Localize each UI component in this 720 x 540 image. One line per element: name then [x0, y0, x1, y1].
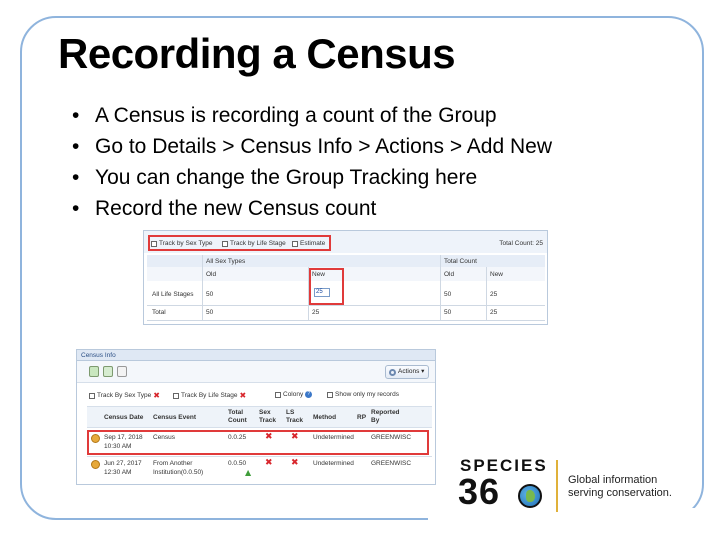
bullet-text: Record the new Census count — [95, 197, 377, 220]
col-census-event[interactable]: Census Event — [153, 414, 196, 422]
cell-count: 0.0.50 — [228, 460, 247, 467]
col-method[interactable]: Method — [313, 414, 336, 422]
grid-line — [440, 255, 441, 321]
track-sex-option[interactable]: Track by Sex Type — [151, 240, 212, 247]
col-rp[interactable]: RP — [357, 414, 366, 422]
bullet-text: Go to Details > Census Info > Actions > … — [95, 135, 553, 158]
bullet-item: • Record the new Census count — [72, 197, 377, 220]
bullet-item: • A Census is recording a count of the Gr… — [72, 104, 497, 127]
census-info-screenshot: Census Info Actions ▾ Track By Sex Type ✖… — [76, 349, 436, 485]
close-icon: ✖ — [153, 391, 160, 400]
cell-event-detail: Institution(0.0.50) — [153, 469, 204, 476]
colony-option[interactable]: Colony? — [275, 391, 313, 398]
grid-line — [147, 305, 545, 306]
panel-titlebar: Census Info — [77, 350, 435, 361]
new-count-highlight — [309, 268, 344, 305]
col-total-count[interactable]: Total Count — [228, 409, 248, 425]
cell-old: 50 — [206, 291, 214, 298]
col-census-date[interactable]: Census Date — [104, 414, 143, 422]
print-icon[interactable] — [117, 366, 127, 377]
bullet-text: You can change the Group Tracking here — [95, 166, 478, 189]
show-my-records-option[interactable]: Show only my records — [327, 391, 399, 398]
slide-title: Recording a Census — [58, 30, 456, 77]
gear-icon — [389, 369, 396, 376]
panel-title: Census Info — [81, 352, 116, 359]
header-all-sex-types: All Sex Types — [206, 258, 246, 265]
new-census-highlight — [87, 430, 429, 455]
cell-total-new: 25 — [490, 291, 498, 298]
transfer-icon: ▲ — [245, 468, 252, 477]
census-grid-screenshot: Track by Sex Type Track by Life Stage Es… — [143, 230, 548, 325]
cell-total-old: 50 — [444, 291, 452, 298]
cell-total-new: 25 — [490, 309, 498, 316]
row-separator — [87, 456, 432, 457]
add-icon[interactable] — [89, 366, 99, 377]
row-label: All Life Stages — [152, 291, 194, 298]
header-old: Old — [206, 271, 217, 278]
checkbox[interactable] — [89, 392, 95, 399]
cell-total-old: 50 — [444, 309, 452, 316]
excel-icon[interactable] — [103, 366, 113, 377]
cell-time: 12:30 AM — [104, 469, 132, 476]
cell-new: 25 — [312, 309, 320, 316]
logo-tagline-2: serving conservation. — [568, 487, 672, 499]
cell-event: From Another — [153, 460, 193, 467]
col-ls-track[interactable]: LS Track — [286, 409, 303, 425]
checkbox[interactable] — [327, 391, 333, 398]
bullet-list: • A Census is recording a count of the Gr… — [72, 100, 552, 224]
grid-line — [202, 255, 203, 321]
cell-method: Undetermined — [313, 460, 354, 467]
logo-tagline-1: Global information — [568, 474, 658, 486]
checkbox[interactable] — [275, 391, 281, 398]
bullet-item: • You can change the Group Tracking here — [72, 166, 478, 189]
grid-line — [486, 267, 487, 321]
bullet-item: • Go to Details > Census Info > Actions >… — [72, 135, 553, 158]
cell-reported-by: GREENWISC — [371, 460, 412, 467]
panel-toolbar: Actions ▾ — [77, 361, 435, 383]
help-icon[interactable]: ? — [305, 391, 313, 398]
grid-line — [147, 320, 545, 321]
header-total-count: Total Count — [444, 258, 477, 265]
actions-button[interactable]: Actions ▾ — [385, 365, 429, 379]
checkbox[interactable] — [173, 392, 179, 399]
row-label: Total — [152, 309, 166, 316]
no-sex-track-icon: ✖ — [265, 458, 273, 468]
col-sex-track[interactable]: Sex Track — [259, 409, 276, 425]
header-total-new: New — [490, 271, 504, 278]
option-row: Track By Sex Type ✖ Track By Life Stage ✖ … — [77, 384, 435, 404]
checkbox[interactable] — [151, 240, 157, 247]
no-ls-track-icon: ✖ — [291, 458, 299, 468]
cell-date[interactable]: Jun 27, 2017 — [104, 460, 142, 468]
header-total-old: Old — [444, 271, 455, 278]
estimate-option[interactable]: Estimate — [292, 240, 325, 247]
bullet-text: A Census is recording a count of the Gro… — [95, 104, 497, 127]
logo-number: 36 — [458, 471, 501, 512]
logo-divider — [556, 460, 558, 512]
cell-old: 50 — [206, 309, 214, 316]
census-record-icon — [91, 460, 100, 469]
col-reported-by[interactable]: Reported By — [371, 409, 407, 425]
globe-icon — [518, 484, 542, 508]
track-lifestage-option[interactable]: Track by Life Stage — [222, 240, 286, 247]
close-icon: ✖ — [239, 391, 247, 400]
checkbox[interactable] — [292, 240, 298, 247]
total-count-label: Total Count: 25 — [499, 240, 543, 247]
species360-logo: SPECIES 36 Global information serving co… — [458, 456, 688, 516]
track-lifestage-option[interactable]: Track By Life Stage ✖ — [173, 391, 246, 400]
track-sex-option[interactable]: Track By Sex Type ✖ — [89, 391, 160, 400]
checkbox[interactable] — [222, 240, 228, 247]
